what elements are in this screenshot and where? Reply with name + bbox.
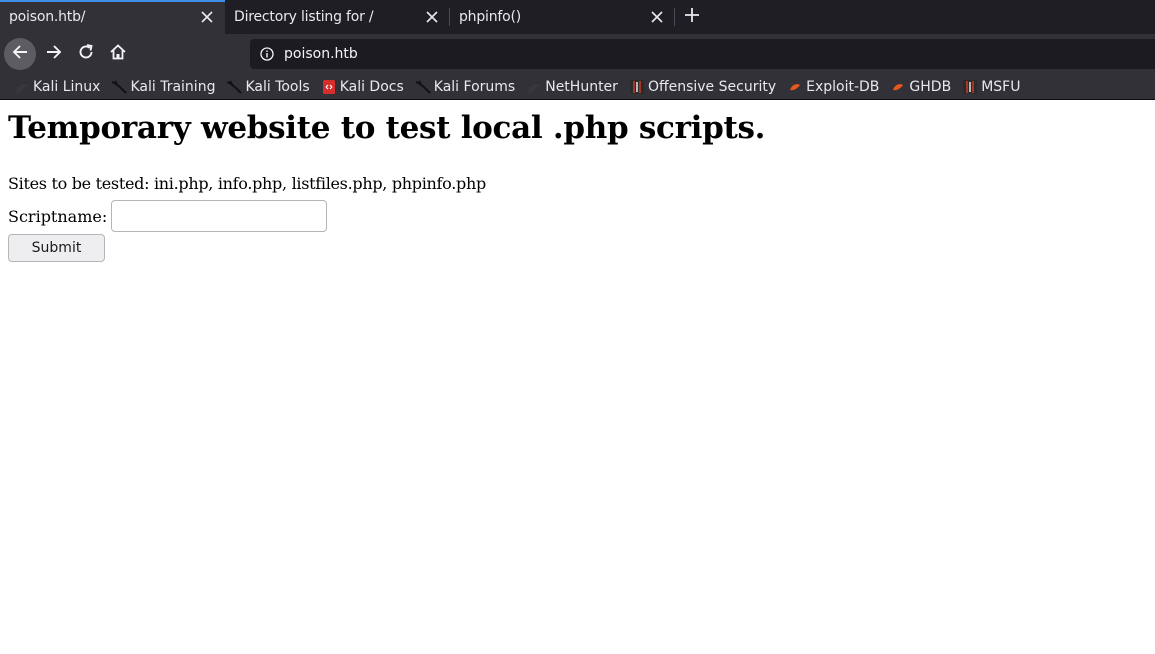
reload-icon xyxy=(77,43,95,65)
new-tab-button[interactable] xyxy=(675,0,709,34)
tab-title: phpinfo() xyxy=(459,9,522,25)
bookmark-label: Exploit-DB xyxy=(806,78,880,95)
bookmark-label: Kali Tools xyxy=(245,78,310,95)
bookmark-label: Offensive Security xyxy=(647,78,777,95)
bookmark-kali-forums[interactable]: Kali Forums xyxy=(415,79,515,95)
bookmark-label: Kali Linux xyxy=(33,78,101,95)
scriptname-row: Scriptname: xyxy=(8,200,1148,232)
tab-poison[interactable]: poison.htb/ xyxy=(0,0,225,34)
bookmark-msfu[interactable]: MSFU xyxy=(962,79,1020,95)
arrow-left-icon xyxy=(11,43,29,65)
bookmark-exploit-db[interactable]: Exploit-DB xyxy=(787,79,879,95)
home-icon xyxy=(109,43,127,65)
bookmark-label: Kali Training xyxy=(130,78,216,95)
url-text: poison.htb xyxy=(284,46,358,62)
bookmark-label: Kali Docs xyxy=(339,78,404,95)
bookmark-label: Kali Forums xyxy=(433,78,516,95)
bookmark-kali-docs[interactable]: Kali Docs xyxy=(321,79,404,95)
close-tab-icon[interactable] xyxy=(193,3,221,31)
bookmark-label: NetHunter xyxy=(545,78,618,95)
scriptname-label: Scriptname: xyxy=(8,206,108,226)
back-button[interactable] xyxy=(4,38,36,70)
kali-dragon-icon xyxy=(415,79,431,95)
page-content: Temporary website to test local .php scr… xyxy=(8,100,1148,262)
tab-title: Directory listing for / xyxy=(234,9,374,25)
offsec-icon xyxy=(962,79,978,95)
bookmark-ghdb[interactable]: GHDB xyxy=(890,79,951,95)
url-bar[interactable]: poison.htb xyxy=(250,39,1155,69)
close-tab-icon[interactable] xyxy=(418,3,446,31)
tab-title: poison.htb/ xyxy=(9,9,86,25)
plus-icon xyxy=(684,7,700,27)
bookmark-kali-linux[interactable]: Kali Linux xyxy=(14,79,100,95)
bookmarks-toolbar: Kali Linux Kali Training Kali Tools Kali… xyxy=(0,74,1155,99)
kali-dragon-icon xyxy=(111,79,128,95)
scriptname-input[interactable] xyxy=(111,200,328,232)
sites-to-be-tested-text: Sites to be tested: ini.php, info.php, l… xyxy=(8,174,486,193)
home-button[interactable] xyxy=(102,38,134,70)
info-icon[interactable] xyxy=(250,39,284,69)
reload-button[interactable] xyxy=(70,38,102,70)
tab-strip: poison.htb/ Directory listing for / phpi… xyxy=(0,0,1155,34)
exploit-db-icon xyxy=(787,79,803,95)
kali-dragon-icon xyxy=(226,79,243,95)
navigation-toolbar: poison.htb xyxy=(0,34,1155,74)
bookmark-nethunter[interactable]: NetHunter xyxy=(526,79,618,95)
script-form: Scriptname: Submit xyxy=(8,200,1148,262)
tab-phpinfo[interactable]: phpinfo() xyxy=(450,0,675,34)
kali-docs-icon xyxy=(321,79,337,95)
bookmark-offensive-security[interactable]: Offensive Security xyxy=(629,79,776,95)
bookmark-label: MSFU xyxy=(981,78,1021,95)
offsec-icon xyxy=(629,79,645,95)
bookmark-label: GHDB xyxy=(909,78,952,95)
bookmark-kali-tools[interactable]: Kali Tools xyxy=(226,78,310,95)
tab-separator xyxy=(674,8,675,26)
page-heading: Temporary website to test local .php scr… xyxy=(8,110,766,146)
kali-dragon-icon xyxy=(14,79,30,95)
forward-button[interactable] xyxy=(38,38,70,70)
arrow-right-icon xyxy=(45,43,63,65)
submit-button[interactable]: Submit xyxy=(8,234,105,262)
tab-directory-listing[interactable]: Directory listing for / xyxy=(225,0,450,34)
close-tab-icon[interactable] xyxy=(643,3,671,31)
ghdb-icon xyxy=(890,79,906,95)
bookmark-kali-training[interactable]: Kali Training xyxy=(111,79,215,95)
nethunter-icon xyxy=(526,79,542,95)
